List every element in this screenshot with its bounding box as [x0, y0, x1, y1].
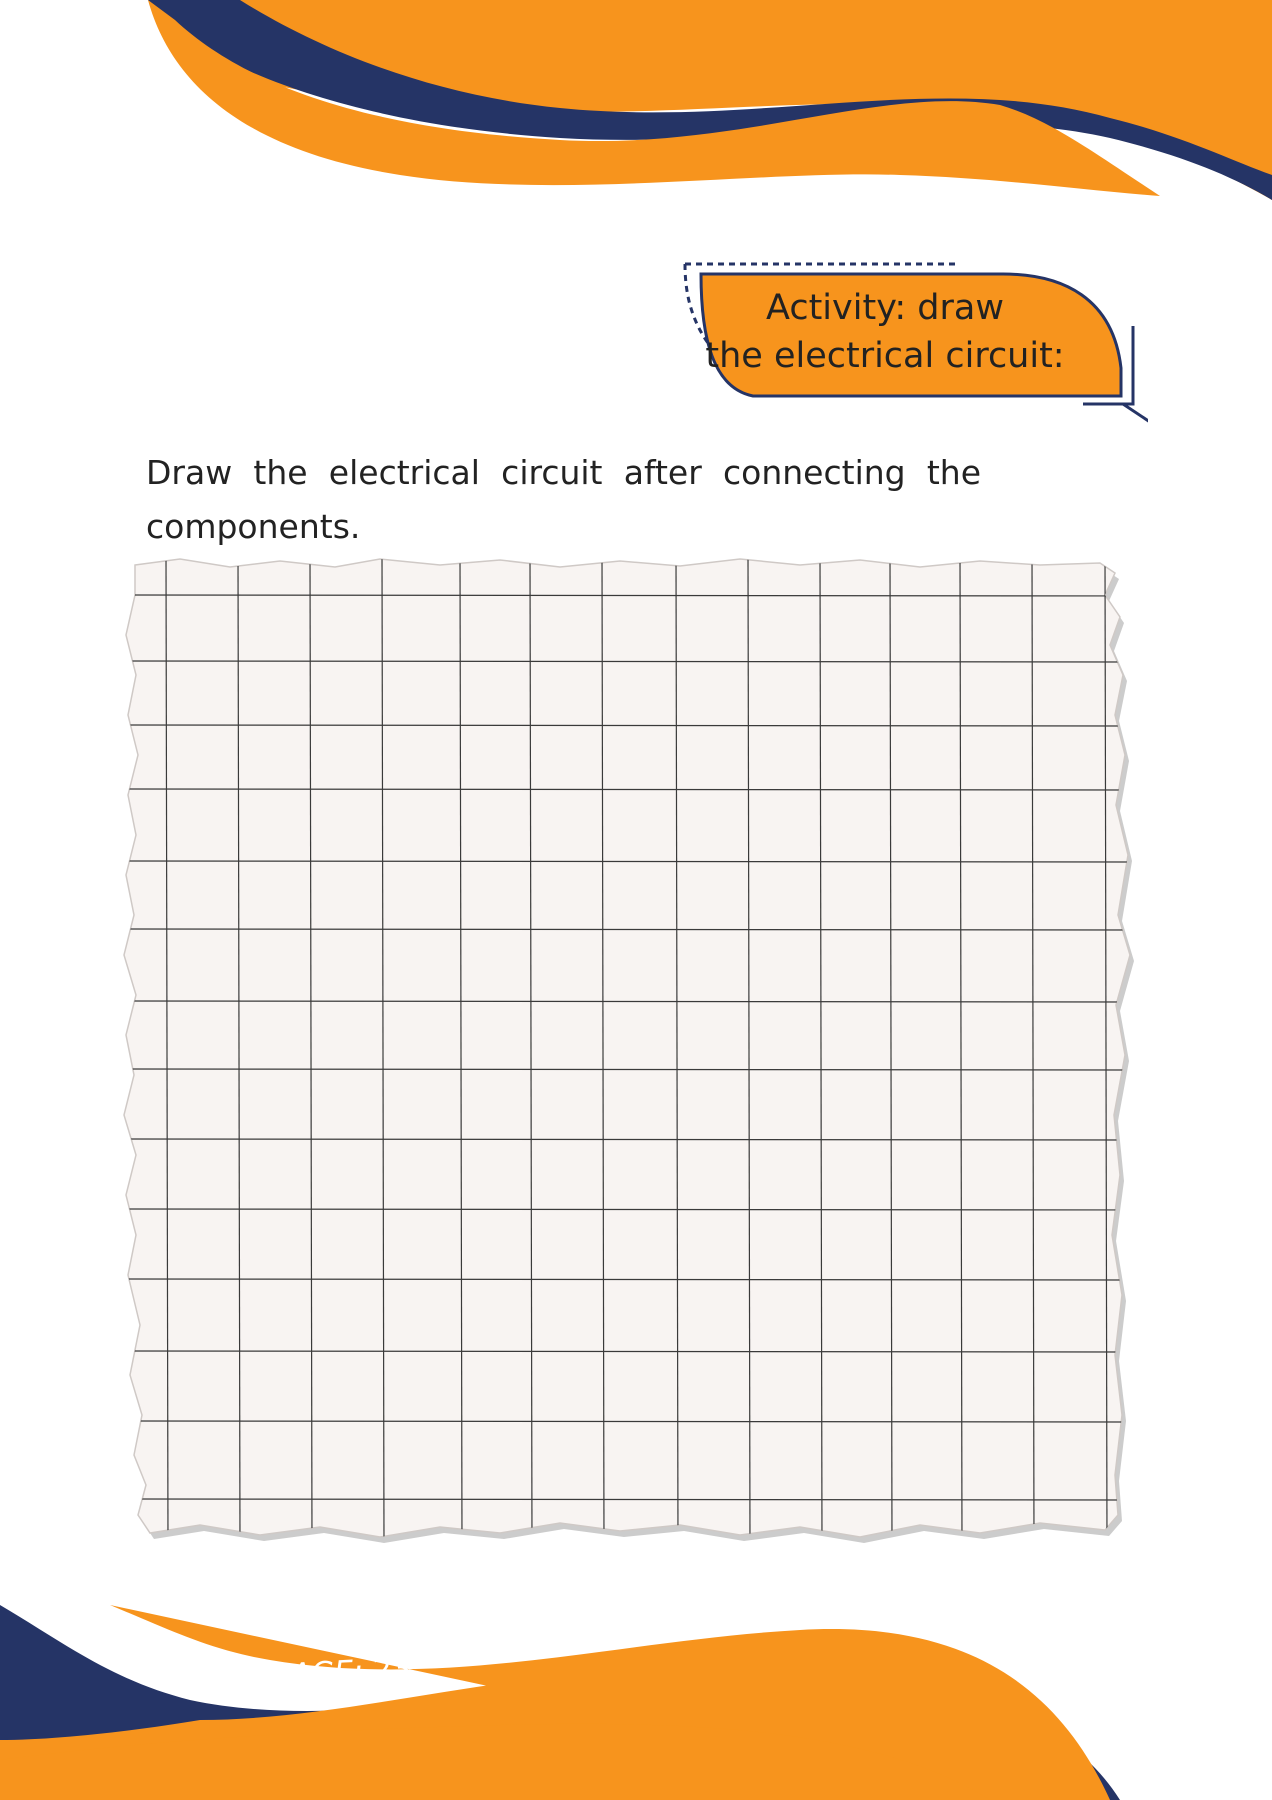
activity-title: Activity: draw the electrical circuit: — [690, 284, 1080, 380]
connector-line — [1122, 402, 1148, 423]
activity-title-line2: the electrical circuit: — [705, 336, 1065, 376]
page-label: PAGE: — [273, 1653, 365, 1694]
page-number-value: 23 — [372, 1651, 412, 1689]
activity-title-line1: Activity: draw — [766, 288, 1004, 328]
page-number: PAGE: 23 — [273, 1651, 412, 1693]
grid-paper-drawing-area[interactable] — [120, 555, 1160, 1550]
instruction-text: Draw the electrical circuit after connec… — [146, 453, 981, 546]
